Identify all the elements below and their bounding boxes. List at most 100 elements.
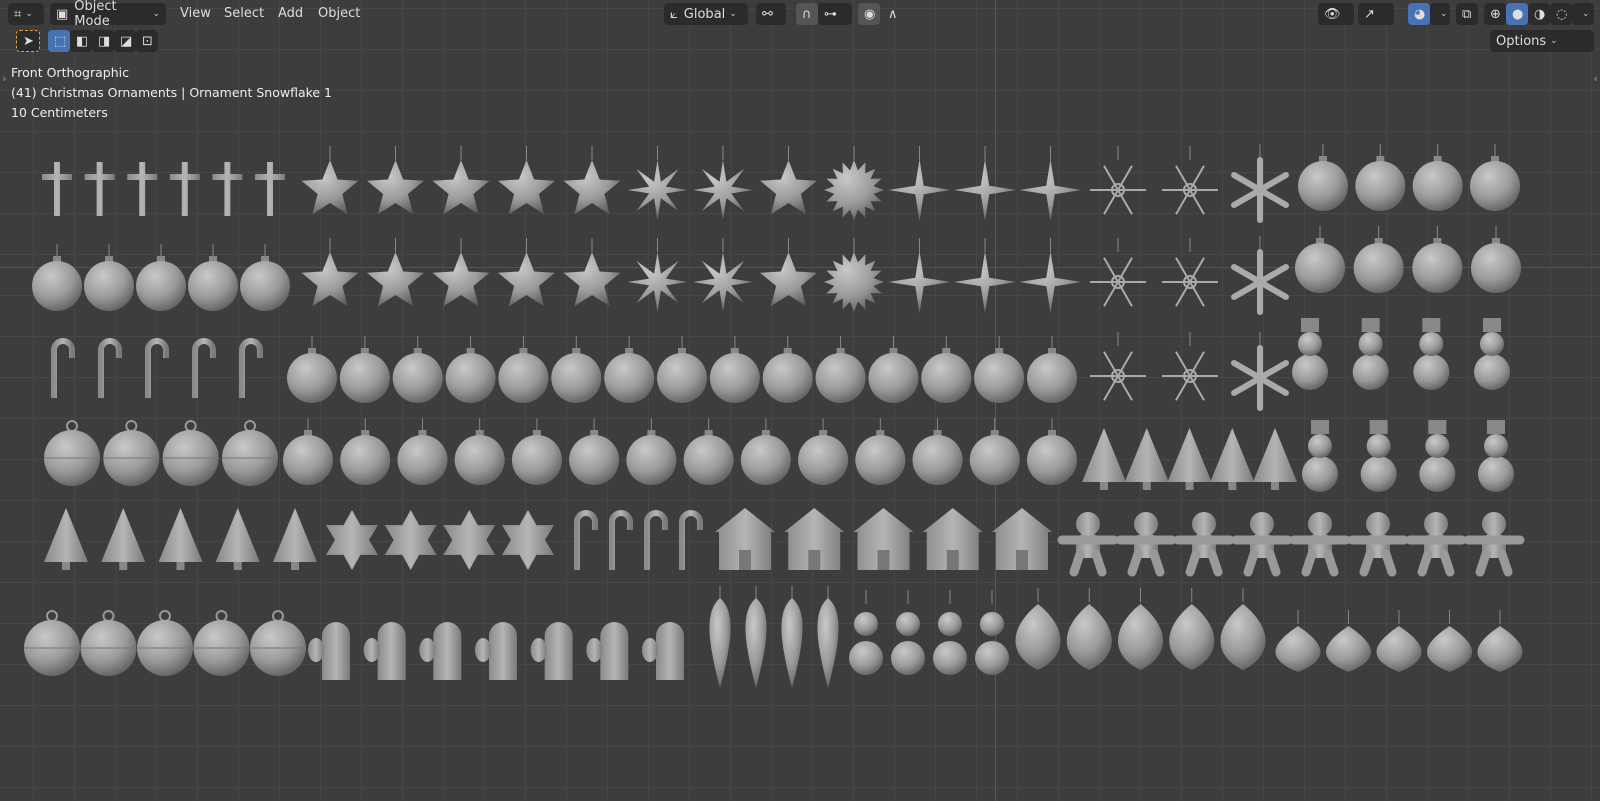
- snowman-ornament[interactable]: [1352, 318, 1389, 390]
- cane-ornament[interactable]: [98, 338, 122, 398]
- shading-dropdown[interactable]: ⌄: [1572, 3, 1594, 25]
- bigball-ornament[interactable]: [80, 610, 137, 676]
- star-ornament[interactable]: [498, 146, 555, 215]
- bigball-ornament[interactable]: [162, 420, 219, 486]
- mitten-ornament[interactable]: [419, 622, 462, 680]
- icicle-ornament[interactable]: [781, 586, 803, 688]
- cross-ornament[interactable]: [255, 162, 285, 216]
- mitten-ornament[interactable]: [308, 622, 350, 680]
- tree-ornament[interactable]: [215, 508, 260, 570]
- tree-ornament[interactable]: [1210, 428, 1255, 490]
- star-ornament[interactable]: [301, 238, 359, 307]
- snowman-ornament[interactable]: [1413, 318, 1450, 390]
- overlays-toggle[interactable]: ◕: [1408, 3, 1430, 25]
- snowman-ornament[interactable]: [1302, 420, 1338, 492]
- drop-ornament[interactable]: [1169, 588, 1215, 670]
- cookiestar-ornament[interactable]: [384, 510, 437, 570]
- menu-object[interactable]: Object: [318, 6, 360, 21]
- ball-ornament[interactable]: [188, 244, 238, 311]
- bigball-ornament[interactable]: [137, 610, 193, 676]
- ball-ornament[interactable]: [1027, 418, 1077, 485]
- bigball-ornament[interactable]: [222, 420, 278, 486]
- tree-ornament[interactable]: [158, 508, 203, 570]
- bigball-ornament[interactable]: [250, 610, 306, 676]
- shading-solid[interactable]: ●: [1506, 3, 1528, 25]
- finial-ornament[interactable]: [1477, 610, 1523, 672]
- gourd-ornament[interactable]: [933, 590, 967, 675]
- bigball-ornament[interactable]: [103, 420, 160, 486]
- cross-ornament[interactable]: [42, 162, 72, 216]
- transform-orientation-dropdown[interactable]: ⟀ Global ⌄: [664, 3, 748, 25]
- bigball-ornament[interactable]: [193, 610, 250, 676]
- ball-ornament[interactable]: [498, 336, 549, 403]
- flake-ornament[interactable]: [1162, 332, 1218, 401]
- ball-ornament[interactable]: [709, 336, 760, 403]
- star-ornament[interactable]: [367, 146, 424, 215]
- star-ornament[interactable]: [563, 238, 621, 307]
- ginger-ornament[interactable]: [1057, 512, 1119, 577]
- ball-ornament[interactable]: [912, 418, 963, 485]
- ball-ornament[interactable]: [798, 418, 849, 485]
- ginger-ornament[interactable]: [1115, 512, 1177, 577]
- star-ornament[interactable]: [301, 146, 359, 215]
- ball-ornament[interactable]: [136, 244, 186, 311]
- cookiestar-ornament[interactable]: [326, 510, 378, 570]
- drop-ornament[interactable]: [1066, 588, 1112, 670]
- ball-ornament[interactable]: [1027, 336, 1077, 403]
- ball-ornament[interactable]: [283, 418, 333, 485]
- options-dropdown[interactable]: Options ⌄: [1490, 30, 1594, 52]
- ball-ornament[interactable]: [1353, 226, 1404, 293]
- mitten-ornament[interactable]: [363, 622, 406, 680]
- mode-intersect-selection[interactable]: ⊡: [136, 30, 158, 52]
- house-ornament[interactable]: [715, 508, 775, 570]
- house-ornament[interactable]: [922, 508, 983, 570]
- cross-ornament[interactable]: [84, 162, 115, 216]
- tree-ornament[interactable]: [101, 508, 146, 570]
- ball-ornament[interactable]: [1295, 226, 1345, 293]
- star-ornament[interactable]: [760, 146, 817, 215]
- gourd-ornament[interactable]: [849, 590, 883, 675]
- drop-ornament[interactable]: [1220, 588, 1266, 670]
- gourd-ornament[interactable]: [891, 590, 925, 675]
- ball-ornament[interactable]: [84, 244, 134, 311]
- bigflake-ornament[interactable]: [1231, 332, 1289, 411]
- icicle-ornament[interactable]: [745, 586, 767, 688]
- cane-ornament[interactable]: [192, 338, 216, 398]
- finial-ornament[interactable]: [1427, 610, 1472, 672]
- cross-ornament[interactable]: [169, 162, 200, 216]
- ball-ornament[interactable]: [1470, 144, 1520, 211]
- ball-ornament[interactable]: [1355, 144, 1406, 211]
- cookiestar-ornament[interactable]: [443, 510, 496, 570]
- ball-ornament[interactable]: [815, 336, 866, 403]
- ball-ornament[interactable]: [974, 336, 1025, 403]
- ball-ornament[interactable]: [339, 336, 390, 403]
- falloff-dropdown[interactable]: ∧: [882, 3, 908, 25]
- four-ornament[interactable]: [954, 238, 1016, 313]
- cane-ornament[interactable]: [51, 338, 75, 398]
- snowman-ornament[interactable]: [1360, 420, 1397, 492]
- house-ornament[interactable]: [784, 508, 845, 570]
- ball-ornament[interactable]: [511, 418, 562, 485]
- bigflake-ornament[interactable]: [1231, 144, 1289, 223]
- mitten-ornament[interactable]: [642, 622, 684, 680]
- ginger-ornament[interactable]: [1173, 512, 1235, 577]
- menu-view[interactable]: View: [180, 6, 211, 21]
- ball-ornament[interactable]: [855, 418, 906, 485]
- four-ornament[interactable]: [1019, 238, 1082, 313]
- icicle-ornament[interactable]: [817, 586, 839, 688]
- house-ornament[interactable]: [992, 508, 1052, 570]
- tree-ornament[interactable]: [1082, 428, 1126, 490]
- mode-extend-selection[interactable]: ◧: [70, 30, 92, 52]
- editor-type-button[interactable]: ⌗ ⌄: [8, 3, 44, 25]
- flake-ornament[interactable]: [1090, 146, 1146, 215]
- mode-new-selection[interactable]: ⬚: [48, 30, 70, 52]
- tree-ornament[interactable]: [44, 508, 88, 570]
- ball-ornament[interactable]: [397, 418, 448, 485]
- star-ornament[interactable]: [760, 238, 817, 307]
- star-ornament[interactable]: [432, 146, 490, 215]
- gourd-ornament[interactable]: [975, 590, 1009, 675]
- ginger-ornament[interactable]: [1347, 512, 1409, 577]
- shading-rendered[interactable]: ◌: [1550, 3, 1572, 25]
- four-ornament[interactable]: [888, 146, 951, 221]
- star-ornament[interactable]: [367, 238, 424, 307]
